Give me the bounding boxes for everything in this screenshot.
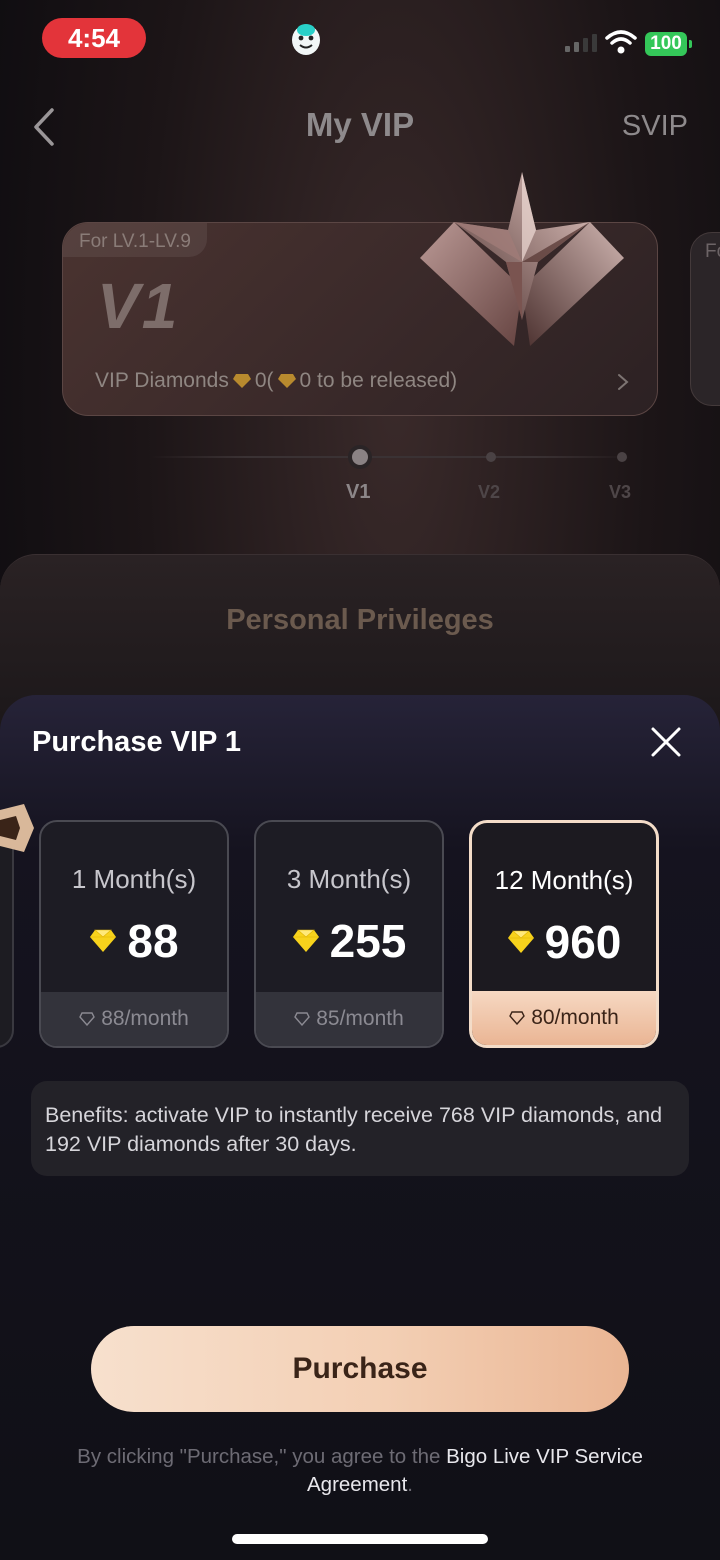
plan-per-month-value: 88/month xyxy=(101,1007,189,1030)
plan-price-value: 88 xyxy=(127,915,179,967)
diamond-outline-icon xyxy=(294,1012,311,1026)
level-label-v2[interactable]: V2 xyxy=(478,482,500,503)
plan-duration: 12 Month(s) xyxy=(494,865,634,895)
level-label-v3[interactable]: V3 xyxy=(609,482,631,503)
plan-per-month: 85/month xyxy=(256,992,442,1046)
diamond-outline-icon xyxy=(509,1011,526,1025)
level-track xyxy=(150,456,630,458)
signal-icon xyxy=(565,34,597,52)
plan-card-3-months[interactable]: 3 Month(s) 255 85/month xyxy=(254,820,444,1048)
plan-per-month-value: 85/month xyxy=(316,1007,404,1030)
plan-price-value: 255 xyxy=(329,915,407,967)
purchase-sheet-title: Purchase VIP 1 xyxy=(32,726,242,758)
purchase-button[interactable]: Purchase xyxy=(91,1326,629,1412)
plan-price-value: 960 xyxy=(544,916,622,968)
level-dot-v3[interactable] xyxy=(617,452,627,462)
next-vip-card[interactable]: Fo xyxy=(690,232,720,406)
plan-per-month: 88/month xyxy=(41,992,227,1046)
benefits-text: Benefits: activate VIP to instantly rece… xyxy=(31,1081,689,1176)
plan-price: 255 xyxy=(256,914,442,968)
status-time: 4:54 xyxy=(42,18,146,58)
svip-link[interactable]: SVIP xyxy=(622,110,688,143)
level-dot-v1[interactable] xyxy=(352,449,368,465)
plan-per-month: 80/month xyxy=(472,991,656,1045)
plan-duration: 1 Month(s) xyxy=(71,864,197,894)
vip-level-label: V1 xyxy=(97,270,180,342)
privileges-title: Personal Privileges xyxy=(226,604,494,636)
wifi-icon xyxy=(605,30,637,54)
vip-diamonds-info: VIP Diamonds 0( 0 to be released) xyxy=(95,369,457,393)
diamond-icon xyxy=(232,374,251,388)
plan-price: 88 xyxy=(41,914,227,968)
plan-price: 960 xyxy=(472,915,656,969)
diamond-icon xyxy=(292,929,319,952)
agreement-suffix: . xyxy=(407,1473,413,1496)
home-indicator[interactable] xyxy=(232,1534,488,1544)
plan-duration: 3 Month(s) xyxy=(286,864,412,894)
diamond-icon xyxy=(90,929,117,952)
agreement-prefix: By clicking "Purchase," you agree to the xyxy=(77,1445,441,1468)
diamond-icon xyxy=(507,930,534,953)
plan-card-12-months[interactable]: 12 Month(s) 960 80/month xyxy=(469,820,659,1048)
close-icon[interactable] xyxy=(650,726,682,758)
level-label-v1[interactable]: V1 xyxy=(346,481,370,504)
vip-crystal-emblem xyxy=(420,172,624,346)
page-title: My VIP xyxy=(305,106,415,143)
plan-card-1-month[interactable]: 1 Month(s) 88 88/month xyxy=(39,820,229,1048)
diamond-icon xyxy=(277,374,296,388)
battery-indicator: 100 xyxy=(645,32,692,56)
agreement-notice: By clicking "Purchase," you agree to the… xyxy=(40,1443,680,1499)
level-range-tag: For LV.1-LV.9 xyxy=(63,223,207,257)
vip-diamonds-label: VIP Diamonds xyxy=(95,369,229,392)
pending-release-text: 0 to be released) xyxy=(299,369,458,392)
plan-card-partial[interactable] xyxy=(0,820,14,1048)
plan-badge-icon xyxy=(0,804,34,852)
chevron-right-icon xyxy=(618,374,629,390)
vip-diamonds-value: 0( xyxy=(254,369,274,392)
plan-per-month-value: 80/month xyxy=(531,1006,619,1029)
bigo-app-icon xyxy=(292,24,320,55)
level-dot-v2[interactable] xyxy=(486,452,496,462)
diamond-outline-icon xyxy=(79,1012,96,1026)
